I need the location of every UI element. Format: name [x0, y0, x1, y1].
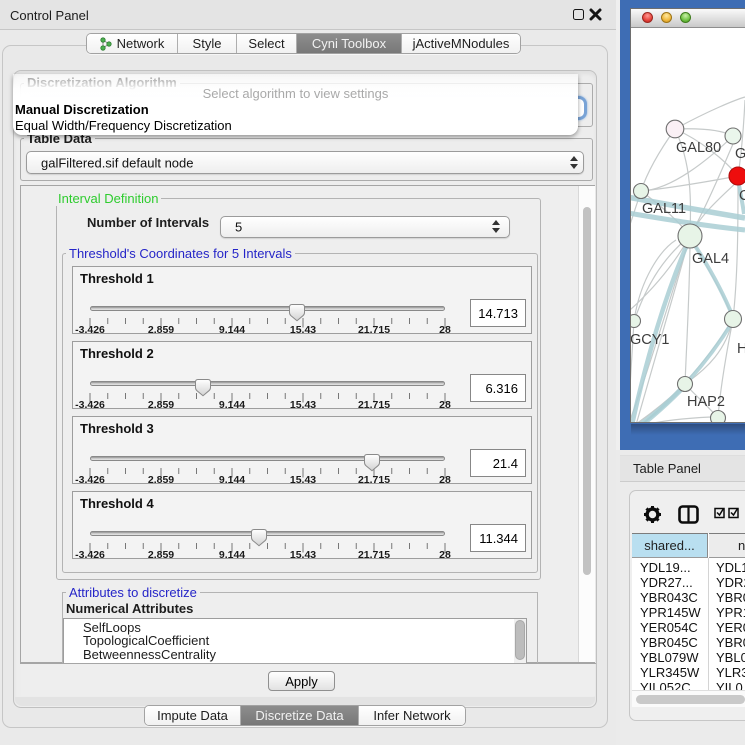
svg-text:GAL: GAL: [735, 146, 745, 162]
svg-text:GAL4: GAL4: [692, 251, 729, 267]
svg-text:HAP2: HAP2: [687, 394, 725, 410]
svg-text:GAL80: GAL80: [676, 140, 721, 156]
svg-text:C: C: [739, 188, 745, 204]
svg-text:GAL11: GAL11: [642, 201, 686, 217]
svg-text:GCY1: GCY1: [631, 332, 670, 348]
svg-text:HA: HA: [737, 341, 745, 357]
